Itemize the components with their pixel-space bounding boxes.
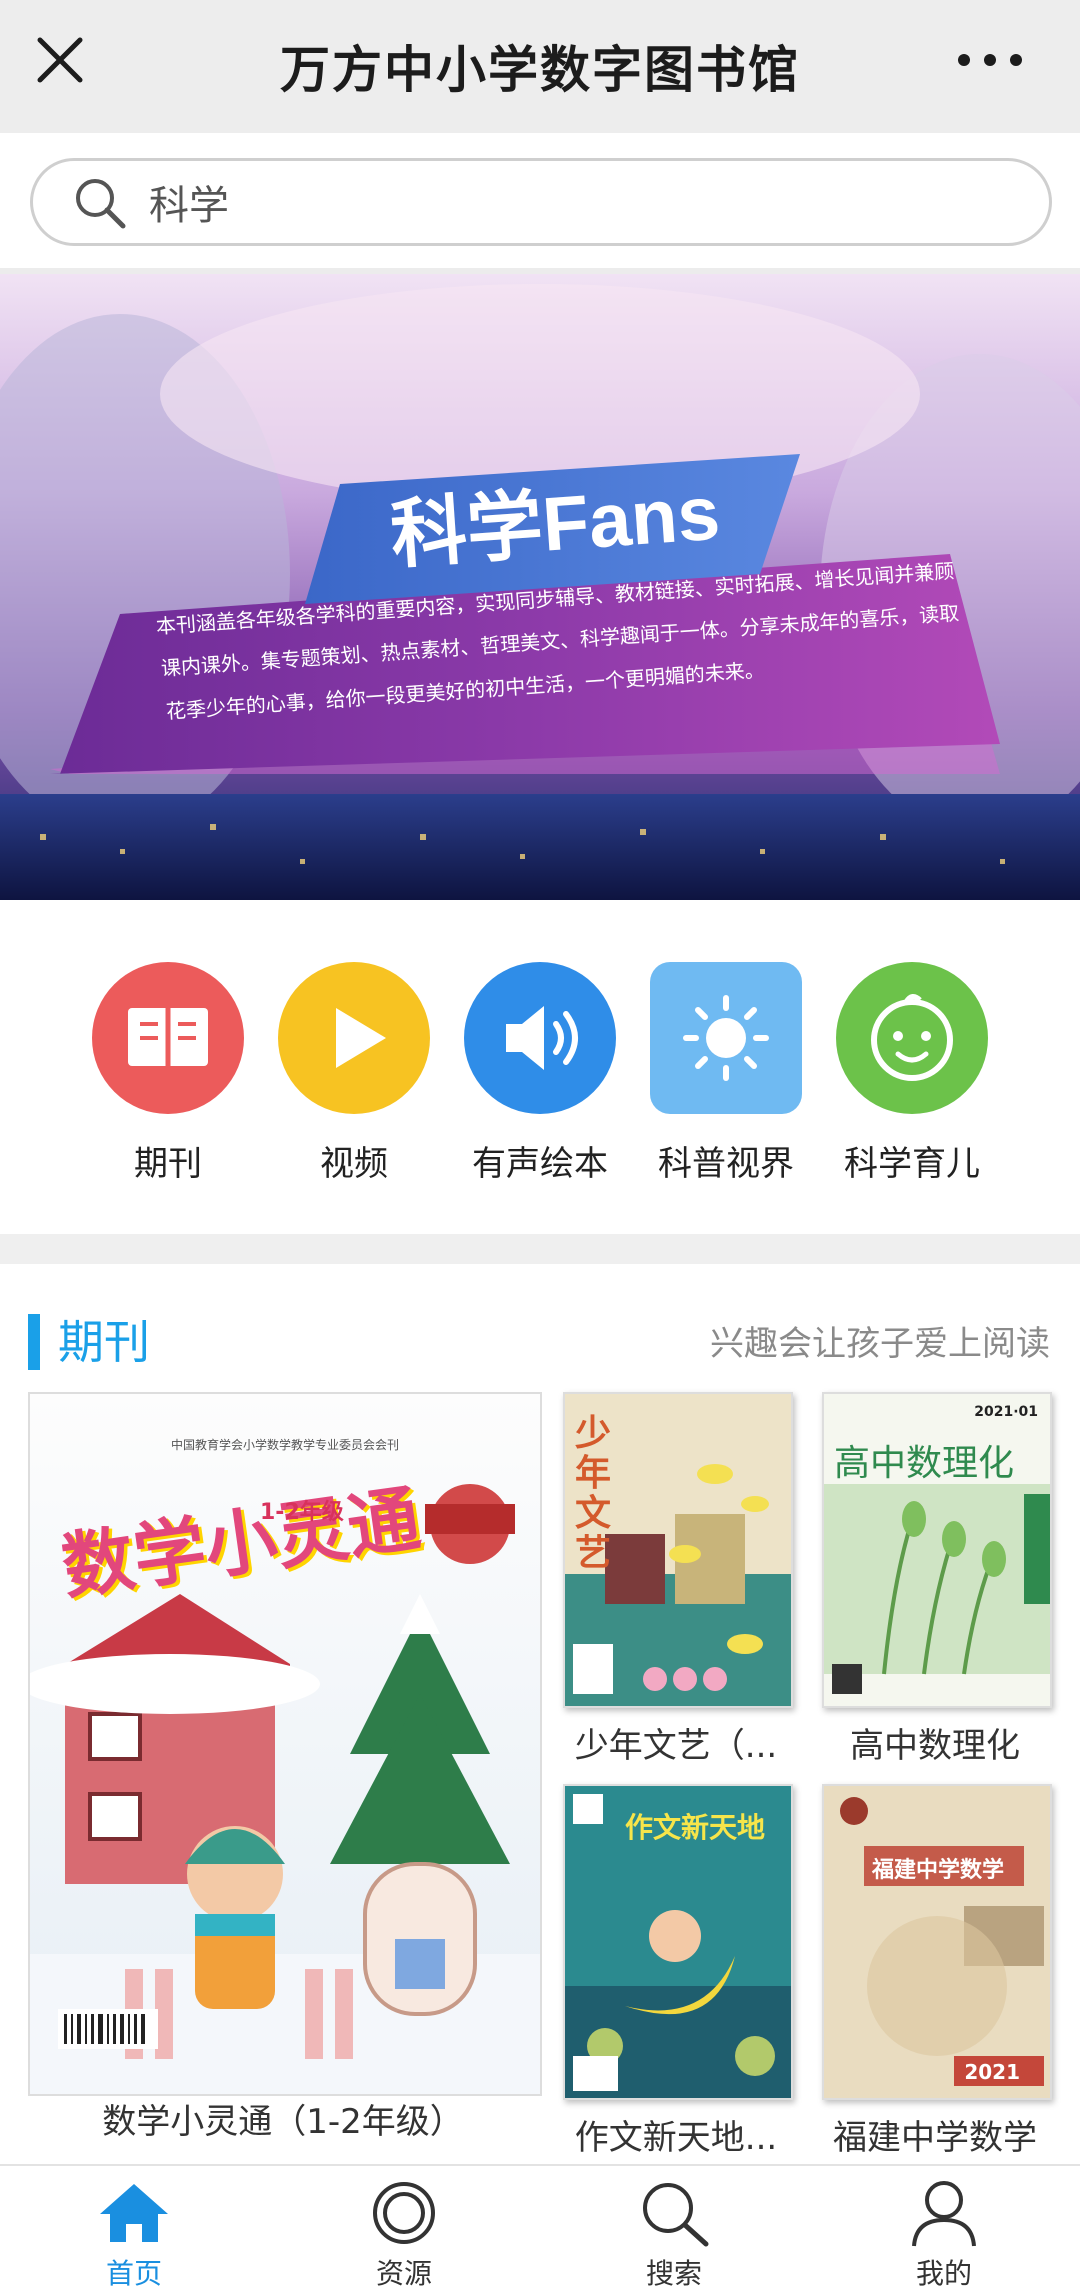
user-icon <box>912 2181 976 2247</box>
play-icon <box>278 962 430 1114</box>
magazine-cover[interactable]: 作文新天地 <box>563 1784 793 2100</box>
search-input[interactable]: 科学 <box>30 158 1052 246</box>
sun-icon <box>650 962 802 1114</box>
banner-text: 科学Fans 本刊涵盖各年级各学科的重要内容，实现同步辅导、教材链接、实时拓展、… <box>0 274 1080 900</box>
cover-title: 少年文艺 <box>575 1413 612 1574</box>
nav-label: 搜索 <box>645 2257 702 2290</box>
search-icon <box>643 2183 709 2247</box>
cover-title: 福建中学数学 <box>872 1858 1005 1883</box>
promo-banner[interactable]: 科学Fans 本刊涵盖各年级各学科的重要内容，实现同步辅导、教材链接、实时拓展、… <box>0 274 1080 900</box>
magazine-caption[interactable]: 少年文艺（... <box>556 1718 796 1767</box>
magazine-caption[interactable]: 作文新天地... <box>556 2110 796 2159</box>
nav-resources[interactable]: 资源 <box>304 2166 504 2290</box>
category-parenting[interactable]: 科学育儿 <box>832 962 992 1185</box>
nav-home[interactable]: 首页 <box>34 2166 234 2290</box>
nav-label: 资源 <box>375 2257 432 2290</box>
category-label: 科普视界 <box>658 1144 794 1184</box>
top-bar: 万方中小学数字图书馆 <box>0 0 1080 133</box>
nav-label: 首页 <box>105 2257 162 2290</box>
cover-title: 作文新天地 <box>625 1811 766 1844</box>
section-subtitle[interactable]: 兴趣会让孩子爱上阅读 <box>710 1316 1050 1365</box>
search-value: 科学 <box>149 183 229 229</box>
section-title: 期刊 <box>58 1315 150 1369</box>
category-popular-science[interactable]: 科普视界 <box>646 962 806 1185</box>
speaker-icon <box>464 962 616 1114</box>
category-label: 视频 <box>320 1144 388 1184</box>
cover-title: 高中数理化 <box>834 1443 1015 1484</box>
page-title: 万方中小学数字图书馆 <box>280 41 800 99</box>
cover-header: 中国教育学会小学数学教学专业委员会会刊 <box>170 1438 399 1452</box>
baby-face-icon <box>836 962 988 1114</box>
home-icon <box>100 2184 168 2242</box>
featured-magazine-caption[interactable]: 数学小灵通（1-2年级） <box>28 2094 538 2143</box>
category-periodicals[interactable]: 期刊 <box>88 962 248 1185</box>
magazine-cover[interactable]: 2021·01 高中数理化 <box>822 1392 1052 1708</box>
nav-search[interactable]: 搜索 <box>574 2166 774 2290</box>
magazine-cover[interactable]: 少年文艺 <box>563 1392 793 1708</box>
category-audio-picturebook[interactable]: 有声绘本 <box>460 962 620 1185</box>
magazine-cover[interactable]: 福建中学数学 2021 <box>822 1784 1052 2100</box>
banner-title: 科学Fans <box>387 470 723 579</box>
nav-label: 我的 <box>915 2257 972 2290</box>
book-icon <box>92 962 244 1114</box>
search-icon <box>76 179 126 229</box>
magazine-caption[interactable]: 福建中学数学 <box>815 2110 1055 2159</box>
cover-issue: 2021 <box>964 2060 1020 2084</box>
bottom-nav: 首页 资源 搜索 我的 <box>0 2164 1080 2290</box>
category-label: 有声绘本 <box>472 1144 608 1184</box>
category-label: 期刊 <box>134 1144 202 1184</box>
cover-grade: 1-2年级 <box>260 1500 344 1525</box>
magazine-caption[interactable]: 高中数理化 <box>815 1718 1055 1767</box>
search-bar: 科学 <box>0 133 1080 274</box>
category-row: 期刊 视频 有声绘本 科普视界 科学育儿 <box>0 900 1080 1234</box>
cover-issue: 2021·01 <box>974 1404 1038 1420</box>
category-video[interactable]: 视频 <box>274 962 434 1185</box>
more-icon[interactable] <box>950 40 1030 80</box>
section-accent-bar <box>28 1314 40 1370</box>
nav-profile[interactable]: 我的 <box>844 2166 1044 2290</box>
featured-magazine-cover[interactable]: 中国教育学会小学数学教学专业委员会会刊 数学小灵通 1-2年级 <box>28 1392 542 2096</box>
periodicals-section: 期刊 兴趣会让孩子爱上阅读 中国教育学会小学数学教学专业委员会会刊 数学小灵通 … <box>0 1264 1080 2164</box>
resource-icon <box>373 2182 435 2244</box>
category-label: 科学育儿 <box>844 1144 980 1184</box>
section-divider <box>0 1234 1080 1264</box>
